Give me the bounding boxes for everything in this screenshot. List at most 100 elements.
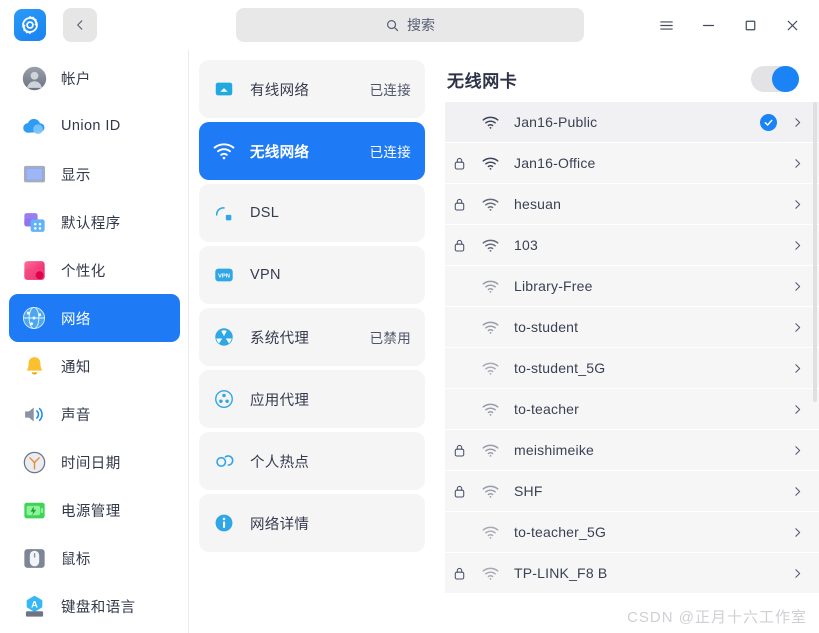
wifi-network-name: hesuan [514, 196, 562, 212]
network-category-details[interactable]: 网络详情 [199, 494, 425, 552]
chevron-right-icon[interactable] [789, 444, 805, 457]
wifi-network-name: to-teacher [514, 401, 580, 417]
wifi-signal-icon [473, 318, 507, 337]
network-category-system-proxy[interactable]: 系统代理 已禁用 [199, 308, 425, 366]
network-category-status: 已连接 [369, 83, 411, 98]
chevron-left-icon [77, 20, 83, 30]
sidebar-item-label: 默认程序 [61, 215, 121, 232]
lock-icon [445, 566, 473, 581]
wifi-network-row[interactable]: Jan16-Public [445, 102, 819, 143]
sidebar-item-display[interactable]: 显示 [9, 150, 180, 198]
toggle-knob [772, 66, 799, 92]
network-category-vpn[interactable]: VPN VPN [199, 246, 425, 304]
network-category-wired[interactable]: 有线网络 已连接 [199, 60, 425, 118]
wireless-toggle[interactable] [751, 66, 799, 92]
chevron-right-icon[interactable] [789, 280, 805, 293]
sidebar-item-network[interactable]: 网络 [9, 294, 180, 342]
wifi-network-name: 103 [514, 237, 538, 253]
sidebar-item-power[interactable]: 电源管理 [9, 486, 180, 534]
wifi-network-row[interactable]: TP-LINK_F8 B [445, 553, 819, 594]
wifi-signal-icon [473, 482, 507, 501]
chevron-right-icon[interactable] [789, 526, 805, 539]
svg-text:A: A [31, 599, 38, 609]
close-icon[interactable] [771, 4, 813, 46]
network-category-list[interactable]: 有线网络 已连接 无线网络 已连接 DSL VPN VPN 系统代理 已禁用 应… [189, 50, 437, 633]
sidebar-item-personalization[interactable]: 个性化 [9, 246, 180, 294]
sidebar-item-sound[interactable]: 声音 [9, 390, 180, 438]
chevron-right-icon[interactable] [789, 485, 805, 498]
lock-icon [445, 443, 473, 458]
network-category-app-proxy[interactable]: 应用代理 [199, 370, 425, 428]
network-category-dsl[interactable]: DSL [199, 184, 425, 242]
cloud-icon [21, 113, 47, 139]
wifi-network-name: to-student_5G [514, 360, 606, 376]
sidebar-item-mouse[interactable]: 鼠标 [9, 534, 180, 582]
maximize-icon[interactable] [729, 4, 771, 46]
chevron-right-icon[interactable] [789, 567, 805, 580]
network-category-label: 无线网络 [250, 144, 310, 161]
network-category-label: 个人热点 [250, 454, 310, 471]
wifi-network-row[interactable]: hesuan [445, 184, 819, 225]
chevron-right-icon[interactable] [789, 403, 805, 416]
wifi-signal-icon [473, 195, 507, 214]
search-icon [386, 19, 399, 31]
chevron-right-icon[interactable] [789, 321, 805, 334]
network-category-label: 网络详情 [250, 516, 310, 533]
network-category-hotspot[interactable]: 个人热点 [199, 432, 425, 490]
window-controls [645, 0, 813, 50]
network-category-wireless[interactable]: 无线网络 已连接 [199, 122, 425, 180]
wifi-signal-icon [473, 277, 507, 296]
wifi-network-name: meishimeike [514, 442, 594, 458]
sidebar-item-label: 网络 [61, 311, 91, 328]
wifi-list-scrollbar[interactable] [813, 102, 817, 633]
sidebar-item-label: 时间日期 [61, 455, 121, 472]
app-proxy-icon [211, 386, 237, 412]
page-title: 无线网卡 [447, 71, 518, 91]
ethernet-icon [211, 76, 237, 102]
sidebar-item-default-apps[interactable]: 默认程序 [9, 198, 180, 246]
back-button[interactable] [63, 8, 97, 42]
network-category-label: 有线网络 [250, 82, 310, 99]
wifi-network-row[interactable]: to-teacher [445, 389, 819, 430]
wifi-network-row[interactable]: to-student [445, 307, 819, 348]
sidebar-item-account[interactable]: 帐户 [9, 54, 180, 102]
settings-gear-icon [14, 9, 46, 41]
user-avatar-icon [21, 65, 47, 91]
network-category-label: DSL [250, 205, 280, 221]
wifi-network-name: SHF [514, 483, 543, 499]
sidebar-item-label: 通知 [61, 359, 91, 376]
wifi-network-list[interactable]: Jan16-Public Jan16-Office hesuan 103 Library… [437, 102, 819, 594]
chevron-right-icon[interactable] [789, 157, 805, 170]
wifi-network-row[interactable]: to-student_5G [445, 348, 819, 389]
vpn-icon: VPN [211, 262, 237, 288]
minimize-icon[interactable] [687, 4, 729, 46]
wifi-network-row[interactable]: to-teacher_5G [445, 512, 819, 553]
sidebar-item-keyboard-language[interactable]: A 键盘和语言 [9, 582, 180, 630]
chevron-right-icon[interactable] [789, 116, 805, 129]
network-category-label: 系统代理 [250, 330, 310, 347]
sidebar-item-label: 个性化 [61, 263, 106, 280]
sidebar-item-notification[interactable]: 通知 [9, 342, 180, 390]
search-input[interactable]: 搜索 [236, 8, 584, 42]
mouse-icon [21, 545, 47, 571]
hamburger-menu-icon[interactable] [645, 4, 687, 46]
palette-icon [21, 257, 47, 283]
chevron-right-icon[interactable] [789, 198, 805, 211]
sidebar-item-datetime[interactable]: 时间日期 [9, 438, 180, 486]
wifi-network-name: to-teacher_5G [514, 524, 607, 540]
wifi-network-row[interactable]: 103 [445, 225, 819, 266]
speaker-icon [21, 401, 47, 427]
wifi-signal-icon [473, 441, 507, 460]
chevron-right-icon[interactable] [789, 239, 805, 252]
sidebar-item-union-id[interactable]: Union ID [9, 102, 180, 150]
sidebar-item-label: Union ID [61, 118, 121, 134]
wifi-network-row[interactable]: meishimeike [445, 430, 819, 471]
wifi-network-row[interactable]: Jan16-Office [445, 143, 819, 184]
wifi-network-row[interactable]: Library-Free [445, 266, 819, 307]
wifi-network-name: Jan16-Public [514, 114, 598, 130]
wifi-network-name: TP-LINK_F8 B [514, 565, 608, 581]
wifi-network-row[interactable]: SHF [445, 471, 819, 512]
scrollbar-thumb[interactable] [813, 102, 817, 402]
chevron-right-icon[interactable] [789, 362, 805, 375]
sidebar[interactable]: 帐户 Union ID 显示 默认程序 个性化 网络 通知 声音 时间日期 电源… [0, 50, 189, 633]
